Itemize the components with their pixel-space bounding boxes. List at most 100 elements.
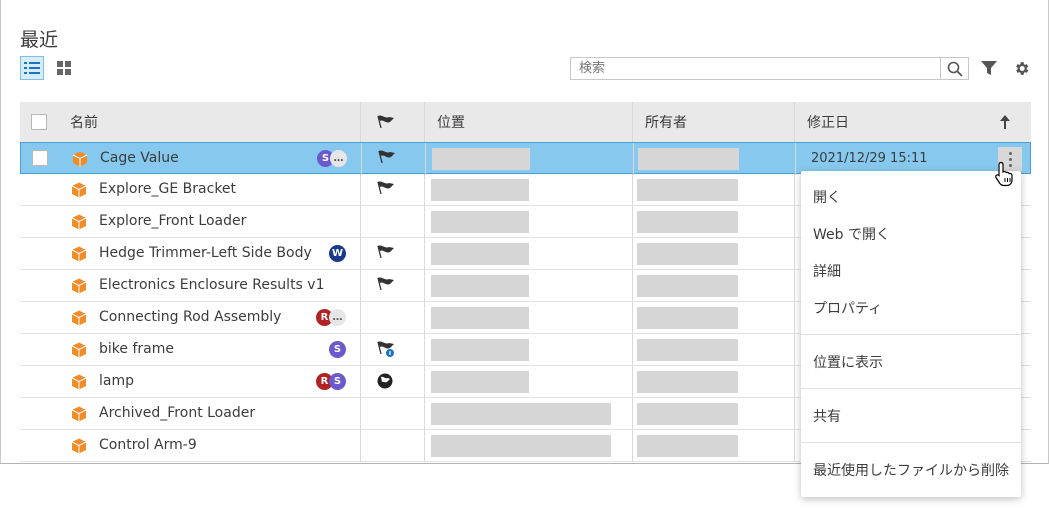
collaborator-badges: RS — [316, 373, 346, 390]
flag-icon[interactable] — [377, 245, 395, 261]
column-divider — [795, 143, 796, 175]
column-divider — [794, 334, 795, 366]
collaborator-badges: S — [329, 341, 346, 358]
owner-placeholder — [637, 243, 738, 265]
column-divider — [360, 430, 361, 462]
column-modified[interactable]: 修正日 — [807, 102, 849, 142]
3d-model-icon — [71, 246, 87, 262]
flag-icon[interactable] — [377, 341, 395, 357]
column-divider — [360, 366, 361, 398]
column-divider — [424, 302, 425, 334]
column-divider — [361, 143, 362, 175]
file-name[interactable]: Cage Value — [100, 150, 179, 166]
gear-icon — [1015, 61, 1028, 75]
column-divider — [794, 270, 795, 302]
sort-ascending-icon[interactable] — [999, 102, 1011, 142]
column-location[interactable]: 位置 — [437, 102, 465, 142]
column-flag[interactable] — [377, 102, 395, 142]
column-divider — [360, 302, 361, 334]
search-icon — [947, 61, 963, 77]
column-divider — [632, 102, 633, 142]
grid-view-icon — [57, 61, 71, 75]
menu-item-open-web[interactable]: Web で開く — [813, 224, 890, 244]
file-name[interactable]: Connecting Rod Assembly — [99, 309, 281, 325]
flag-icon[interactable] — [377, 373, 395, 389]
file-name[interactable]: Explore_Front Loader — [99, 213, 246, 229]
column-divider — [794, 302, 795, 334]
modified-date: 2021/12/29 15:11 — [811, 151, 928, 166]
column-divider — [360, 398, 361, 430]
user-avatar-badge: S — [329, 341, 346, 358]
owner-placeholder — [637, 403, 738, 425]
file-name[interactable]: Explore_GE Bracket — [99, 181, 236, 197]
column-divider — [632, 334, 633, 366]
flag-icon[interactable] — [377, 277, 395, 293]
location-placeholder — [431, 211, 529, 233]
column-owner[interactable]: 所有者 — [645, 102, 687, 142]
flag-icon[interactable] — [377, 181, 395, 197]
menu-item-remove-recent[interactable]: 最近使用したファイルから削除 — [813, 460, 1009, 480]
flag-icon[interactable] — [378, 150, 396, 166]
column-divider — [360, 334, 361, 366]
owner-placeholder — [637, 307, 738, 329]
column-divider — [425, 143, 426, 175]
menu-divider — [801, 388, 1021, 389]
list-view-button[interactable] — [20, 56, 44, 80]
column-divider — [632, 302, 633, 334]
column-divider — [424, 398, 425, 430]
table-header: 名前 位置 所有者 修正日 — [20, 102, 1031, 142]
column-divider — [794, 366, 795, 398]
column-divider — [633, 143, 634, 175]
3d-model-icon — [71, 278, 87, 294]
file-name[interactable]: bike frame — [99, 341, 174, 357]
grid-view-button[interactable] — [52, 56, 76, 80]
column-divider — [632, 366, 633, 398]
owner-placeholder — [637, 435, 738, 457]
3d-model-icon — [72, 151, 88, 167]
menu-item-properties[interactable]: プロパティ — [813, 298, 882, 318]
column-divider — [794, 174, 795, 206]
file-name[interactable]: Control Arm-9 — [99, 437, 197, 453]
3d-model-icon — [71, 342, 87, 358]
column-divider — [632, 430, 633, 462]
location-placeholder — [431, 371, 529, 393]
flag-icon — [377, 115, 394, 129]
file-name[interactable]: lamp — [99, 373, 134, 389]
location-placeholder — [431, 339, 529, 361]
column-divider — [632, 206, 633, 238]
menu-item-details[interactable]: 詳細 — [813, 261, 841, 281]
column-divider — [632, 270, 633, 302]
column-divider — [424, 206, 425, 238]
user-avatar-badge: … — [329, 309, 346, 326]
column-divider — [424, 102, 425, 142]
table-row[interactable]: Cage Value S… 2021/12/29 15:11 — [20, 142, 1031, 175]
column-divider — [424, 238, 425, 270]
location-placeholder — [432, 148, 530, 170]
column-divider — [424, 430, 425, 462]
column-divider — [632, 238, 633, 270]
location-placeholder — [431, 435, 611, 457]
settings-button[interactable] — [1011, 58, 1031, 78]
select-all-checkbox[interactable] — [31, 114, 47, 130]
file-name[interactable]: Electronics Enclosure Results v1 — [99, 277, 325, 293]
location-placeholder — [431, 179, 529, 201]
owner-placeholder — [638, 148, 739, 170]
location-placeholder — [431, 403, 611, 425]
column-divider — [360, 206, 361, 238]
menu-item-share[interactable]: 共有 — [813, 406, 841, 426]
3d-model-icon — [71, 310, 87, 326]
search-input[interactable] — [570, 57, 941, 80]
search-button[interactable] — [940, 57, 969, 80]
file-name[interactable]: Archived_Front Loader — [99, 405, 255, 421]
row-checkbox[interactable] — [32, 150, 48, 166]
filter-button[interactable] — [979, 58, 999, 78]
file-name[interactable]: Hedge Trimmer-Left Side Body — [99, 245, 312, 261]
menu-item-open[interactable]: 開く — [813, 187, 841, 207]
user-avatar-badge: S — [329, 373, 346, 390]
column-name[interactable]: 名前 — [70, 102, 98, 142]
column-divider — [794, 102, 795, 142]
menu-item-show-location[interactable]: 位置に表示 — [813, 352, 883, 372]
column-divider — [794, 430, 795, 462]
menu-divider — [801, 334, 1021, 335]
column-divider — [424, 174, 425, 206]
